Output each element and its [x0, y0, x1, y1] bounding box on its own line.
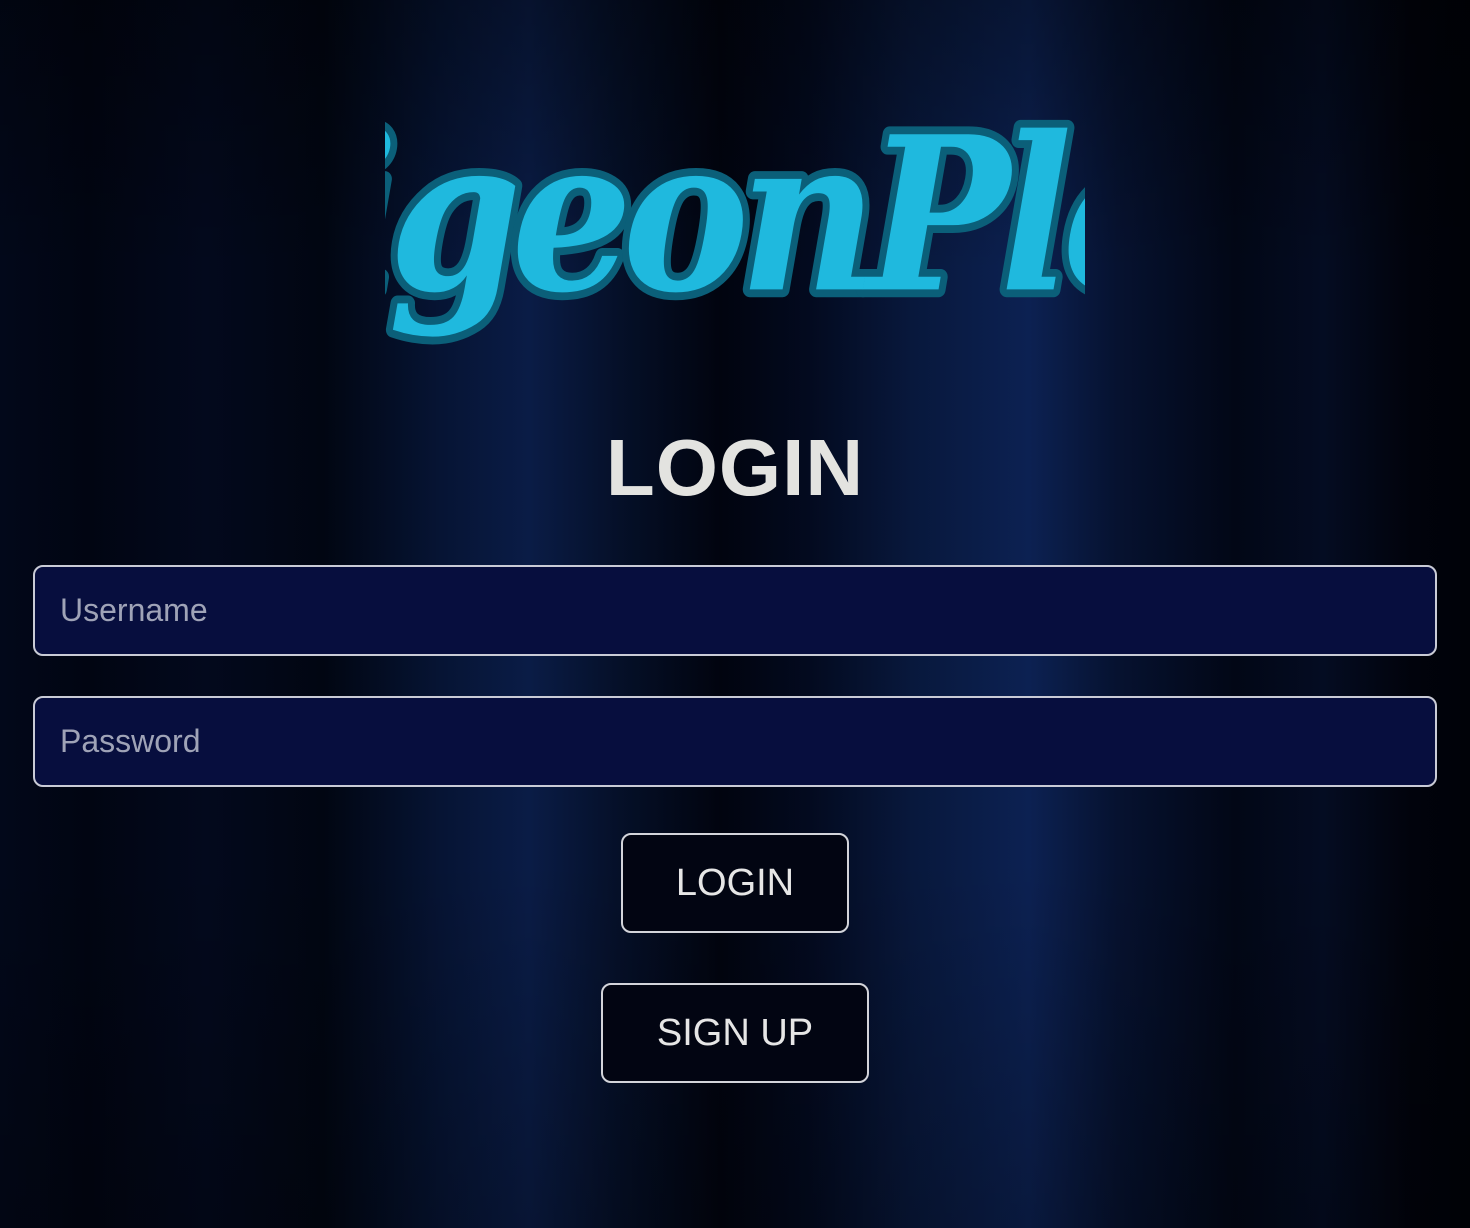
sign-up-button[interactable]: SIGN UP [601, 983, 869, 1083]
username-input[interactable] [33, 565, 1437, 656]
login-page: PigeonPlex PigeonPlex LOGIN LOGIN SIGN U… [0, 0, 1470, 1228]
pigeonplex-logo: PigeonPlex PigeonPlex [385, 90, 1085, 370]
password-input[interactable] [33, 696, 1437, 787]
login-button[interactable]: LOGIN [621, 833, 849, 933]
logo-text: PigeonPlex [385, 90, 1085, 340]
login-heading: LOGIN [605, 423, 865, 512]
